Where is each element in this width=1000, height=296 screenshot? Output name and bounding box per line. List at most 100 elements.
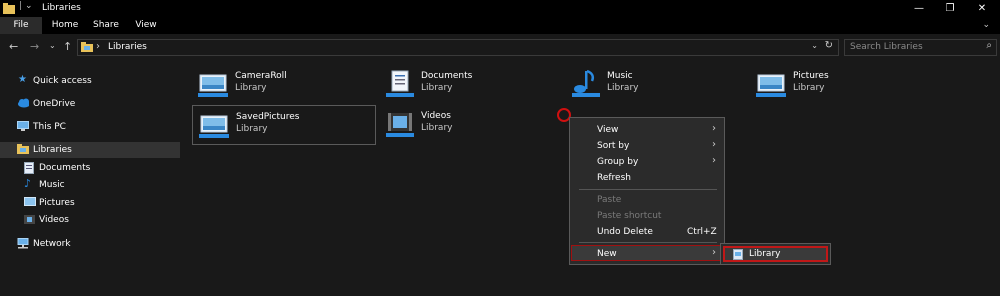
- sidebar-item-label: Quick access: [33, 76, 92, 86]
- sidebar-item-music[interactable]: ♪ Music: [0, 177, 180, 193]
- network-icon: [17, 238, 29, 249]
- menu-item-undo-delete[interactable]: Undo Delete Ctrl+Z: [572, 224, 722, 240]
- menu-item-group-by[interactable]: Group by ›: [572, 154, 722, 170]
- videos-library-icon: [386, 113, 414, 137]
- folder-icon: [3, 3, 15, 14]
- restore-button[interactable]: ❐: [934, 0, 966, 17]
- sidebar-item-quick-access[interactable]: ★ Quick access: [0, 73, 180, 89]
- submenu-arrow-icon: ›: [712, 123, 716, 134]
- menu-item-label: Paste: [597, 195, 622, 205]
- sidebar-item-onedrive[interactable]: OneDrive: [0, 96, 180, 112]
- submenu-arrow-icon: ›: [712, 155, 716, 166]
- tab-home[interactable]: Home: [46, 17, 84, 34]
- music-library-icon: [572, 69, 600, 97]
- menu-item-shortcut: Ctrl+Z: [687, 227, 717, 237]
- menu-item-label: Sort by: [597, 141, 630, 151]
- title-bar: | ⌄ Libraries — ❐ ✕: [0, 0, 1000, 17]
- library-tile-cameraroll[interactable]: CameraRoll Library: [192, 65, 376, 105]
- sidebar-item-label: This PC: [33, 122, 66, 132]
- address-chevron-icon[interactable]: ›: [96, 41, 100, 52]
- sidebar-item-label: Libraries: [33, 145, 72, 155]
- pictures-library-icon: [199, 115, 229, 138]
- library-tile-videos[interactable]: Videos Library: [378, 105, 562, 145]
- sidebar-item-pictures[interactable]: Pictures: [0, 195, 180, 211]
- search-box[interactable]: Search Libraries ⌕: [844, 39, 997, 56]
- ribbon-tabs: File Home Share View ⌄: [0, 17, 1000, 34]
- menu-item-label: Undo Delete: [597, 227, 653, 237]
- address-bar[interactable]: › Libraries ⌄ ↻: [77, 39, 839, 56]
- navigation-bar: ← → ⌄ ↑ › Libraries ⌄ ↻ Search Libraries…: [0, 34, 1000, 60]
- sidebar-item-label: Documents: [39, 163, 91, 173]
- library-type: Library: [607, 83, 639, 93]
- tab-view[interactable]: View: [129, 17, 163, 34]
- sidebar-item-label: Pictures: [39, 198, 75, 208]
- sidebar-item-label: Network: [33, 239, 71, 249]
- menu-item-sort-by[interactable]: Sort by ›: [572, 138, 722, 154]
- library-type: Library: [421, 83, 453, 93]
- library-tile-savedpictures[interactable]: SavedPictures Library: [192, 105, 376, 145]
- ribbon-expand-icon[interactable]: ⌄: [982, 17, 990, 34]
- library-name: Music: [607, 71, 633, 81]
- sidebar-item-label: Videos: [39, 215, 69, 225]
- minimize-button[interactable]: —: [903, 0, 935, 17]
- library-type: Library: [793, 83, 825, 93]
- libraries-folder-icon: [17, 144, 29, 154]
- library-name: Videos: [421, 111, 451, 121]
- libraries-folder-icon: [81, 42, 93, 52]
- sidebar-item-label: OneDrive: [33, 99, 76, 109]
- submenu-item-label: Library: [749, 249, 781, 259]
- library-name: Documents: [421, 71, 473, 81]
- menu-item-paste[interactable]: Paste: [572, 192, 722, 208]
- sidebar-item-label: Music: [39, 180, 65, 190]
- address-path[interactable]: Libraries: [108, 42, 147, 52]
- menu-item-label: Group by: [597, 157, 639, 167]
- search-input[interactable]: Search Libraries: [850, 42, 923, 52]
- documents-library-icon: [24, 162, 34, 174]
- close-button[interactable]: ✕: [966, 0, 998, 17]
- new-submenu: Library: [720, 243, 831, 265]
- sidebar-item-videos[interactable]: Videos: [0, 212, 180, 228]
- library-name: SavedPictures: [236, 112, 300, 122]
- menu-item-new[interactable]: New ›: [571, 245, 723, 261]
- library-name: Pictures: [793, 71, 829, 81]
- star-icon: ★: [18, 74, 27, 85]
- cloud-icon: [18, 98, 29, 108]
- library-type: Library: [235, 83, 267, 93]
- documents-library-icon: [386, 70, 414, 97]
- navigation-pane: ★ Quick access OneDrive This PC Librarie…: [0, 60, 180, 296]
- library-tile-music[interactable]: Music Library: [564, 65, 748, 105]
- address-dropdown-icon[interactable]: ⌄: [811, 41, 818, 50]
- forward-arrow-icon[interactable]: →: [30, 40, 39, 53]
- menu-item-view[interactable]: View ›: [572, 122, 722, 138]
- menu-separator: [579, 242, 717, 243]
- sidebar-item-documents[interactable]: Documents: [0, 160, 180, 176]
- library-type: Library: [421, 123, 453, 133]
- search-icon[interactable]: ⌕: [986, 40, 992, 51]
- sidebar-item-network[interactable]: Network: [0, 236, 180, 252]
- menu-item-label: Refresh: [597, 173, 631, 183]
- tab-share[interactable]: Share: [88, 17, 124, 34]
- menu-item-label: Paste shortcut: [597, 211, 662, 221]
- library-tile-pictures[interactable]: Pictures Library: [750, 65, 934, 105]
- library-tile-documents[interactable]: Documents Library: [378, 65, 562, 105]
- pictures-library-icon: [756, 74, 786, 97]
- sidebar-item-libraries[interactable]: Libraries: [0, 142, 180, 158]
- context-menu: View › Sort by › Group by › Refresh Past…: [569, 117, 725, 265]
- submenu-item-library[interactable]: Library: [723, 246, 828, 262]
- menu-item-label: View: [597, 125, 619, 135]
- sidebar-item-this-pc[interactable]: This PC: [0, 119, 180, 135]
- recent-locations-chevron-icon[interactable]: ⌄: [49, 41, 56, 50]
- up-arrow-icon[interactable]: ↑: [63, 40, 72, 53]
- menu-item-refresh[interactable]: Refresh: [572, 170, 722, 186]
- library-icon: [733, 249, 743, 260]
- pictures-library-icon: [198, 74, 228, 97]
- menu-item-label: New: [597, 249, 617, 259]
- refresh-icon[interactable]: ↻: [825, 40, 833, 51]
- quick-access-toolbar-dropdown-icon[interactable]: ⌄: [25, 1, 33, 13]
- tab-file[interactable]: File: [0, 17, 42, 34]
- pictures-library-icon: [24, 197, 36, 206]
- back-arrow-icon[interactable]: ←: [9, 40, 18, 53]
- menu-item-paste-shortcut[interactable]: Paste shortcut: [572, 208, 722, 224]
- music-library-icon: ♪: [24, 177, 32, 190]
- computer-icon: [17, 121, 29, 131]
